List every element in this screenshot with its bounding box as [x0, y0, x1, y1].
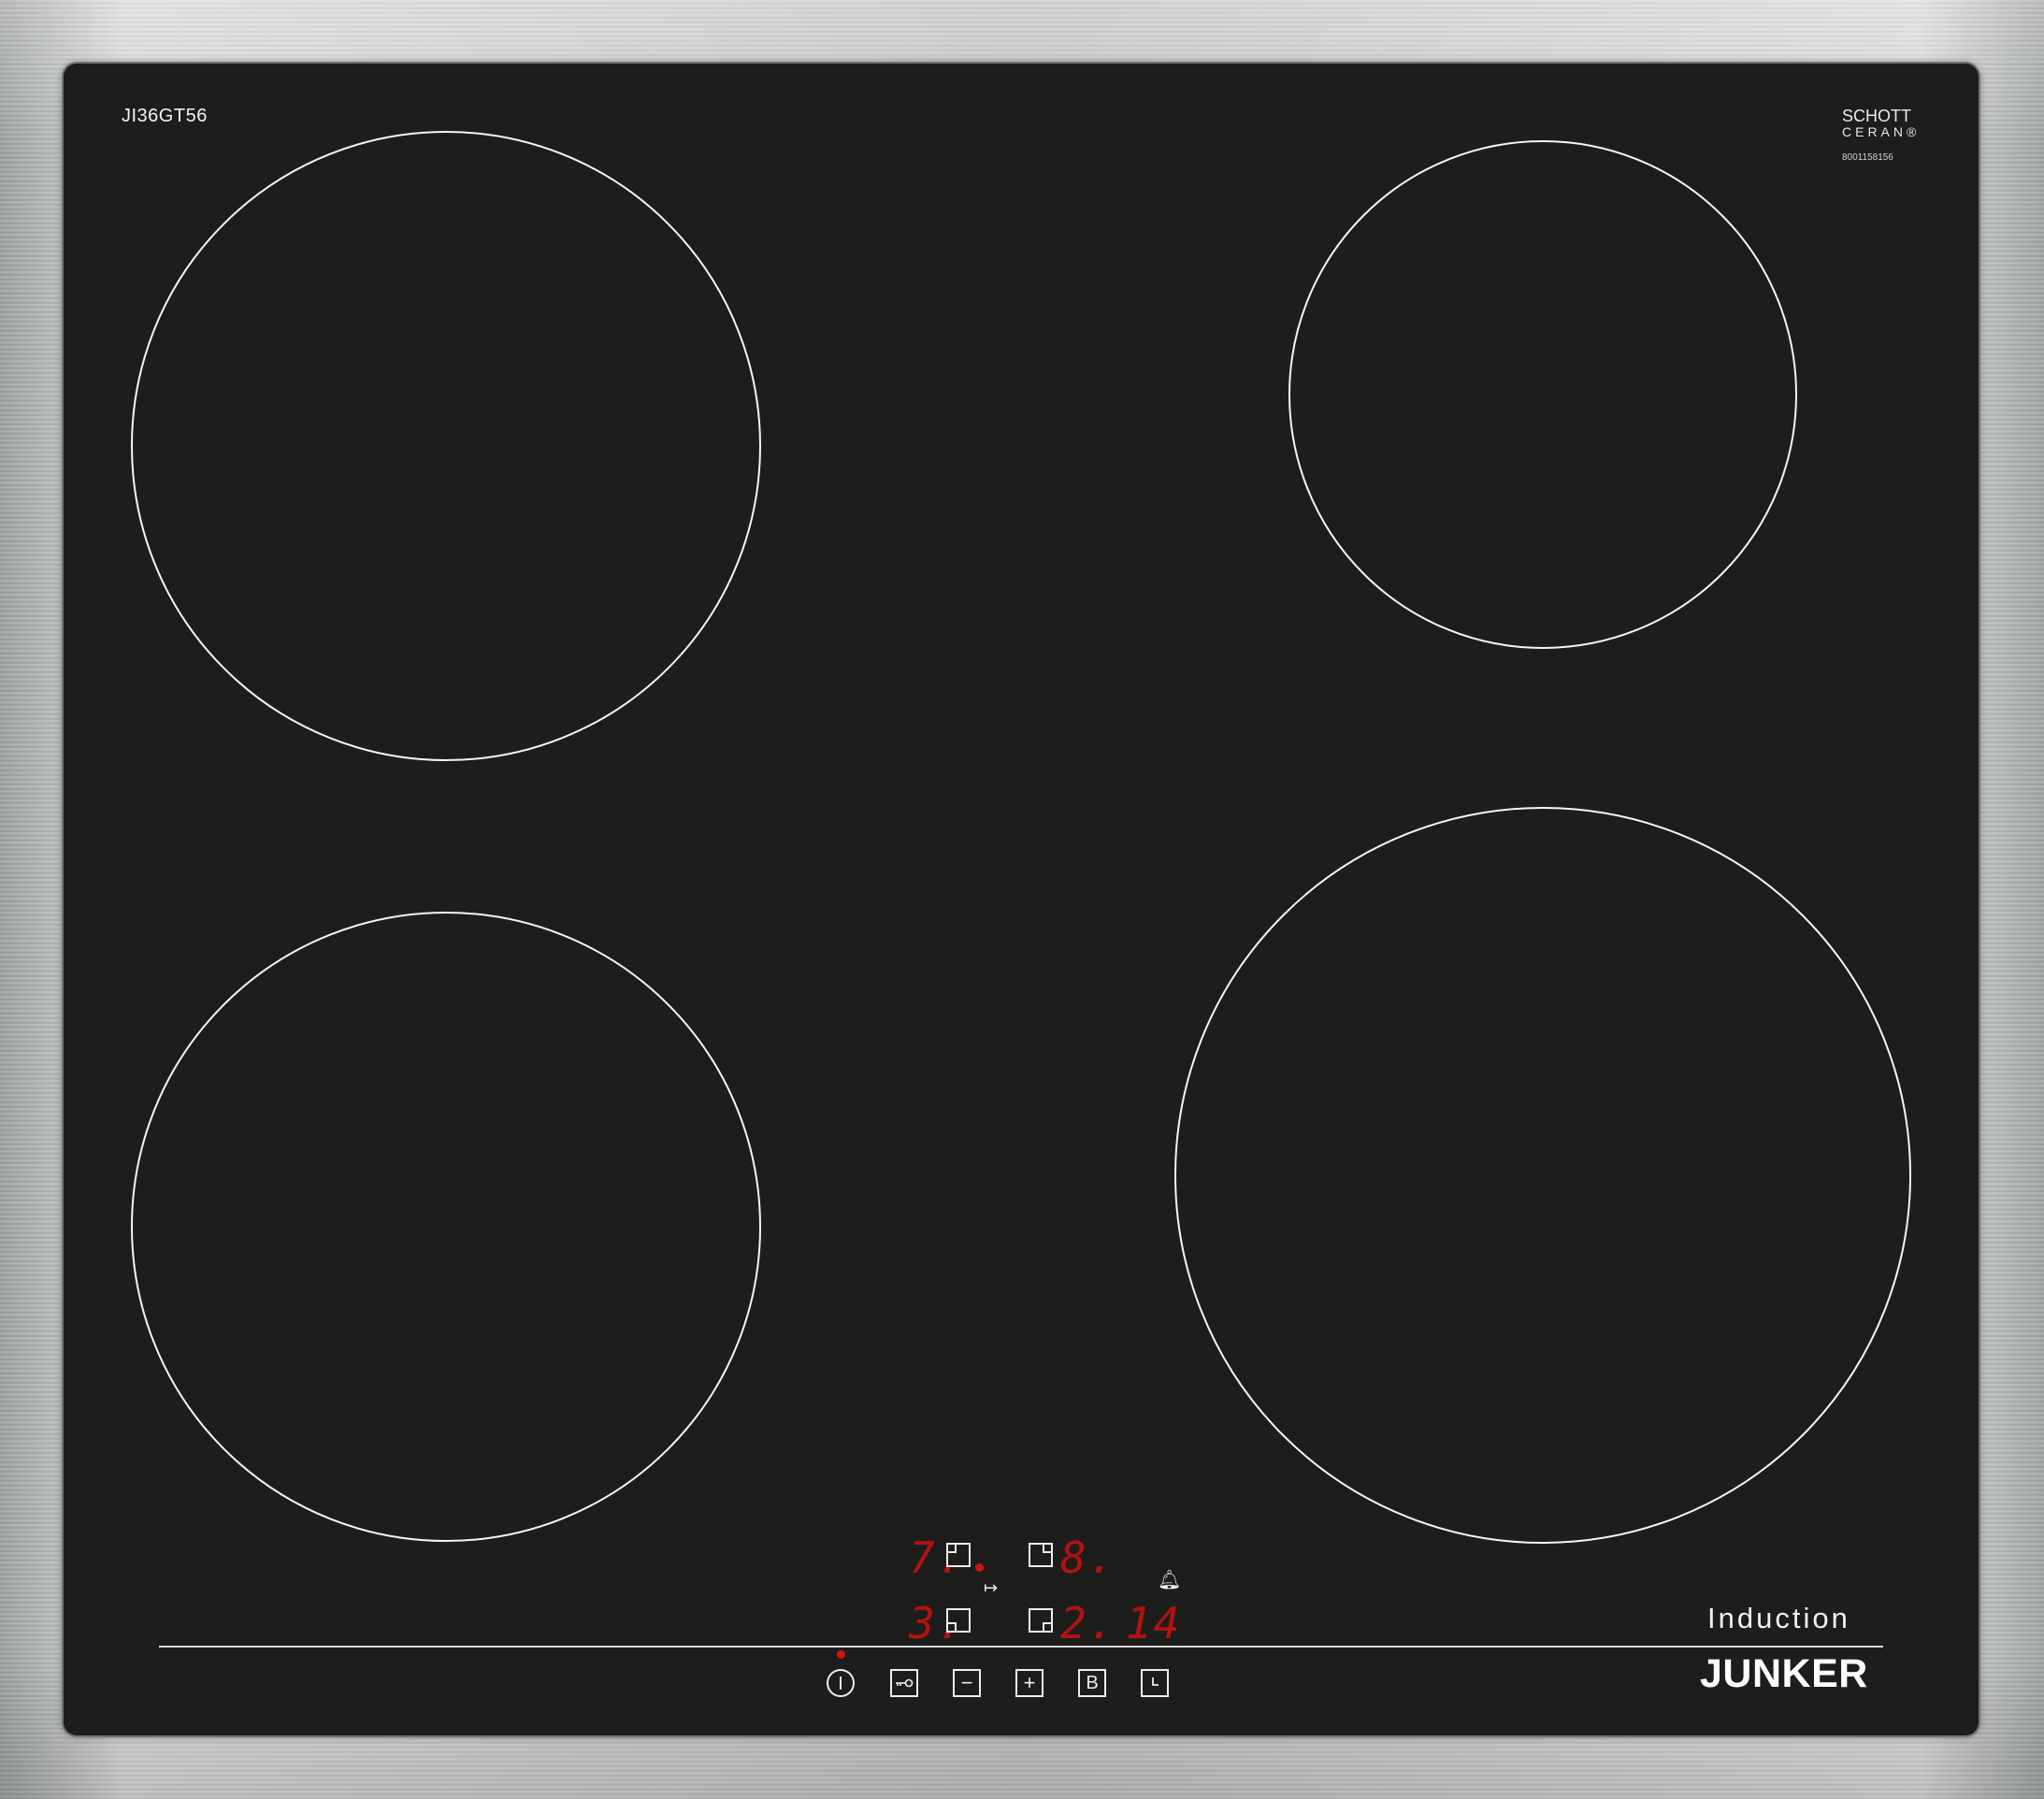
- logo-line-1: SCHOTT: [1842, 107, 1911, 125]
- zone-symbol-front-left-icon[interactable]: [946, 1543, 971, 1567]
- zone-symbol-front-right-icon[interactable]: [1029, 1608, 1053, 1633]
- timer-arrow-icon: ↦: [984, 1578, 999, 1597]
- cooking-zone-front-right[interactable]: [1174, 807, 1911, 1544]
- logo-line-2: CERAN®: [1842, 124, 1921, 139]
- key-icon: [896, 1678, 914, 1688]
- level-display-front-right: 2.: [1060, 1598, 1116, 1648]
- minus-icon: −: [960, 1671, 973, 1694]
- model-number: JI36GT56: [122, 106, 208, 126]
- schott-ceran-logo: SCHOTT CERAN®: [1842, 108, 1920, 140]
- boost-button[interactable]: B: [1078, 1669, 1106, 1697]
- zone-selected-indicator: [975, 1563, 984, 1572]
- induction-label: Induction: [1707, 1602, 1850, 1634]
- power-indicator: [837, 1650, 845, 1659]
- control-divider: [159, 1646, 1883, 1648]
- power-icon: [840, 1677, 842, 1690]
- zone-symbol-back-right-icon[interactable]: [1029, 1543, 1053, 1567]
- glass-code: 8001158156: [1842, 152, 1893, 163]
- power-button[interactable]: [827, 1669, 855, 1697]
- bell-icon: 🔔︎: [1158, 1570, 1182, 1590]
- timer-button[interactable]: [1141, 1669, 1169, 1697]
- plus-button[interactable]: +: [1015, 1669, 1044, 1697]
- plus-icon: +: [1023, 1671, 1036, 1694]
- minus-button[interactable]: −: [953, 1669, 981, 1697]
- timer-display: 14: [1126, 1598, 1182, 1648]
- ceramic-glass-panel: JI36GT56 SCHOTT CERAN® 8001158156 7. 8. …: [64, 64, 1979, 1735]
- cooking-zone-back-right[interactable]: [1288, 140, 1797, 649]
- child-lock-button[interactable]: [890, 1669, 918, 1697]
- junker-logo: JUNKER: [1700, 1651, 1868, 1696]
- clock-icon: [1152, 1677, 1159, 1686]
- level-display-back-right: 8.: [1060, 1533, 1116, 1583]
- boost-icon: B: [1086, 1673, 1099, 1693]
- zone-symbol-back-left-icon[interactable]: [946, 1608, 971, 1633]
- cooking-zone-back-left[interactable]: [131, 912, 761, 1542]
- cooking-zone-front-left[interactable]: [131, 131, 761, 761]
